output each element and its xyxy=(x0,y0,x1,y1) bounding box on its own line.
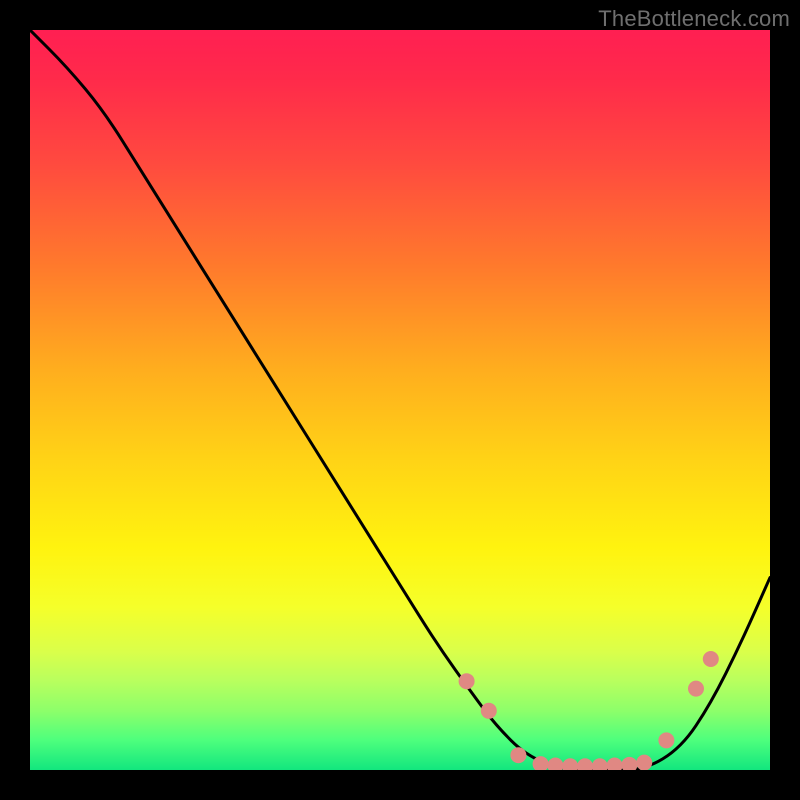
bottleneck-curve xyxy=(30,30,770,770)
curve-layer xyxy=(30,30,770,770)
chart-stage: TheBottleneck.com xyxy=(0,0,800,800)
watermark-text: TheBottleneck.com xyxy=(598,6,790,32)
highlight-points xyxy=(459,651,719,770)
plot-area xyxy=(30,30,770,770)
